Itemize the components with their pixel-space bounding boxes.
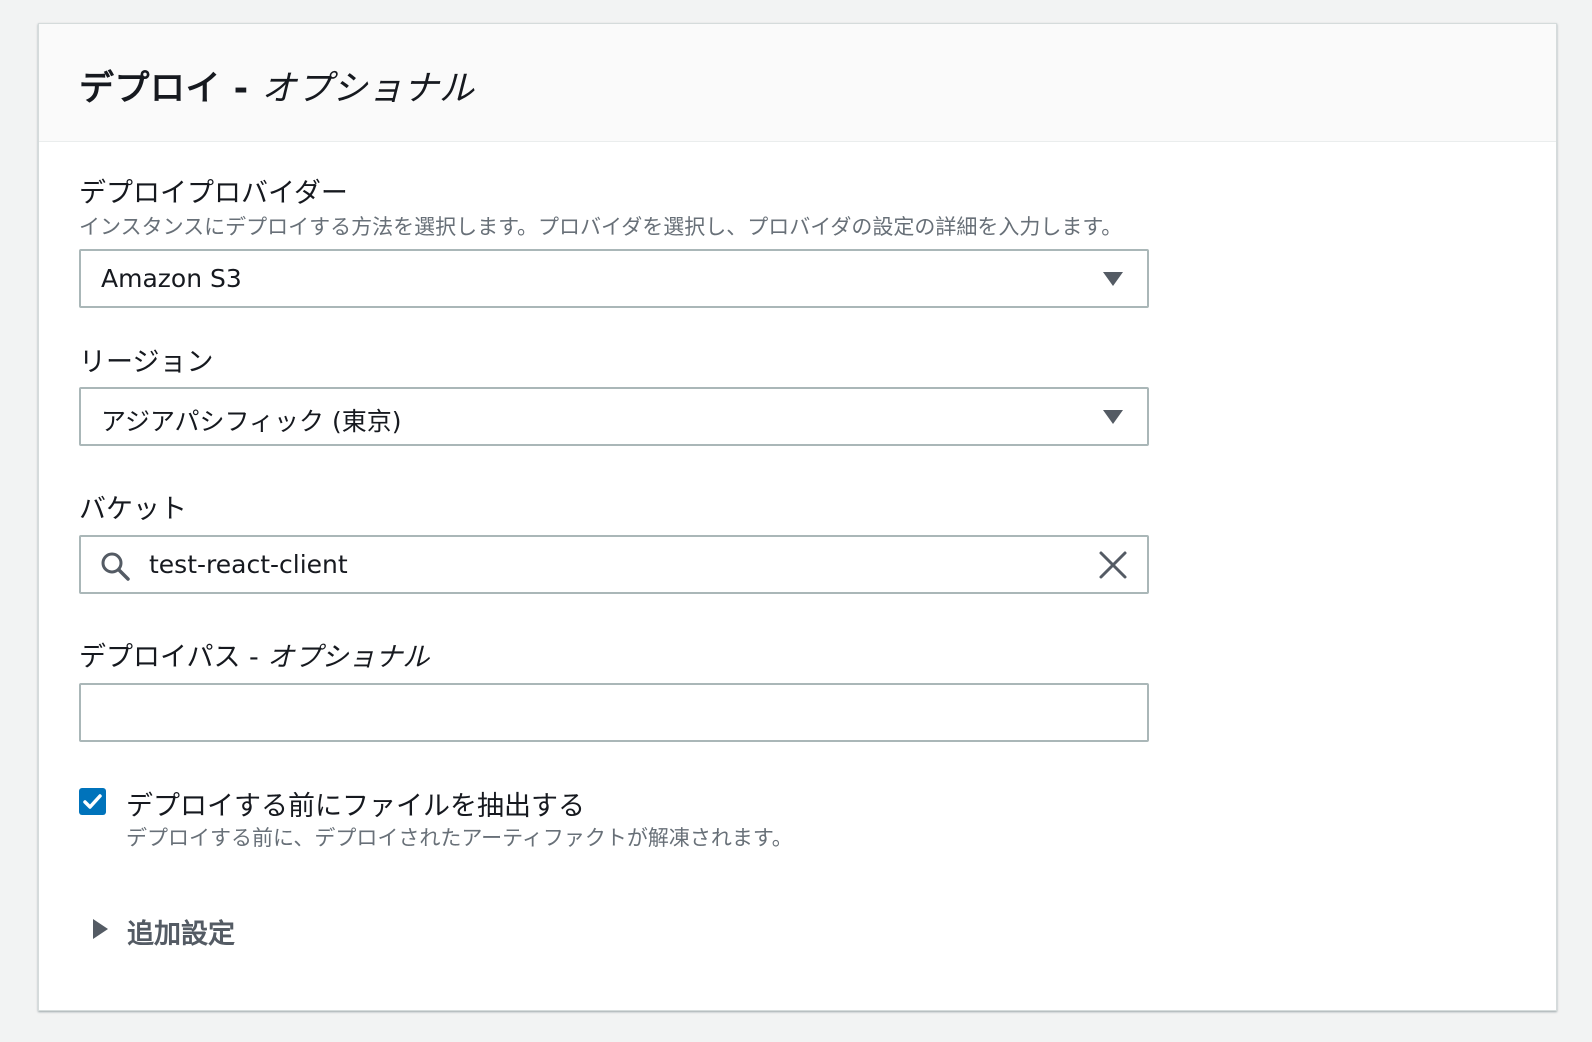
deploy-path-label-main: デプロイパス - — [79, 642, 268, 673]
extract-checkbox-description: デプロイする前に、デプロイされたアーティファクトが解凍されます。 — [126, 826, 793, 850]
bucket-search-input[interactable]: test-react-client — [79, 535, 1149, 594]
provider-select-value: Amazon S3 — [101, 264, 242, 293]
deploy-path-input[interactable] — [79, 683, 1149, 742]
panel-title: デプロイ - オプショナル — [79, 60, 474, 111]
panel-title-optional: オプショナル — [261, 69, 475, 109]
caret-down-icon — [1103, 272, 1123, 286]
provider-description: インスタンスにデプロイする方法を選択します。プロバイダを選択し、プロバイダの設定… — [79, 215, 1123, 239]
caret-right-icon — [93, 919, 108, 939]
region-select[interactable]: アジアパシフィック (東京) — [79, 387, 1149, 446]
extract-checkbox[interactable] — [79, 788, 106, 815]
panel-header: デプロイ - オプショナル — [39, 24, 1556, 142]
provider-select[interactable]: Amazon S3 — [79, 249, 1149, 308]
region-select-value: アジアパシフィック (東京) — [101, 407, 402, 436]
bucket-search-value: test-react-client — [149, 550, 348, 579]
additional-settings-label: 追加設定 — [127, 919, 235, 950]
caret-down-icon — [1103, 410, 1123, 424]
deploy-path-label-optional: オプショナル — [267, 642, 430, 673]
search-icon — [101, 552, 130, 581]
extract-checkbox-label[interactable]: デプロイする前にファイルを抽出する — [126, 784, 585, 823]
checkmark-icon — [83, 794, 102, 809]
deploy-panel: デプロイ - オプショナル デプロイプロバイダー インスタンスにデプロイする方法… — [38, 23, 1557, 1011]
provider-label: デプロイプロバイダー — [79, 178, 348, 209]
region-label: リージョン — [79, 347, 214, 378]
clear-icon[interactable] — [1097, 549, 1129, 581]
bucket-label: バケット — [79, 494, 187, 525]
deploy-path-label: デプロイパス - オプショナル — [79, 635, 429, 674]
panel-title-main: デプロイ - — [79, 69, 262, 109]
